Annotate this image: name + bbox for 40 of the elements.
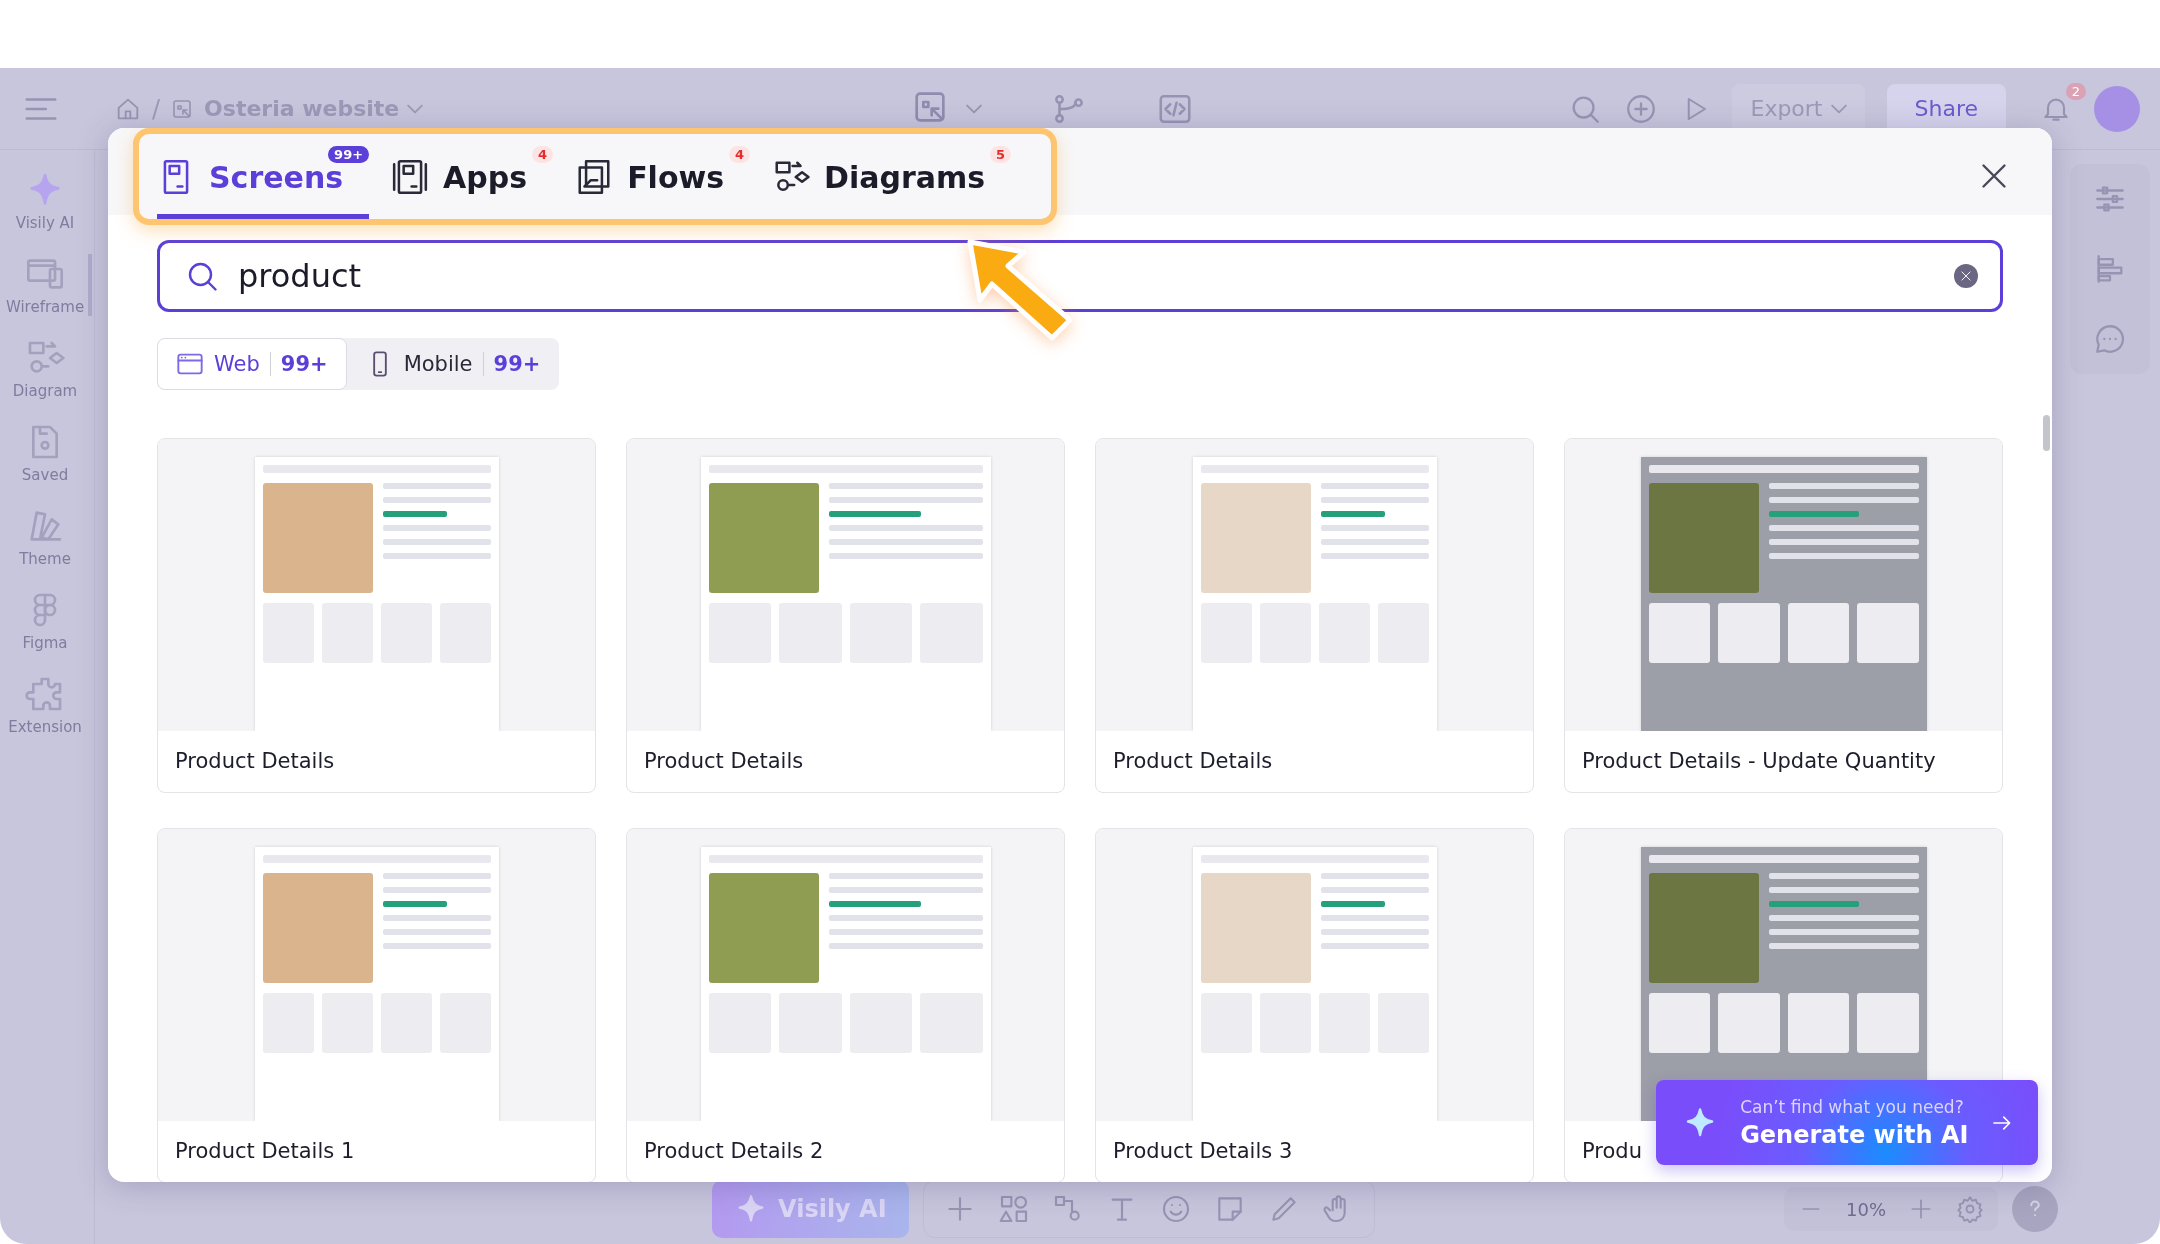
card-title: Product Details - Update Quantity <box>1581 748 1937 775</box>
tab[interactable]: Screens 99+ <box>157 140 370 219</box>
count-badge: 5 <box>990 146 1012 163</box>
count-badge: 99+ <box>328 146 370 163</box>
chevron-down-icon <box>1830 103 1847 114</box>
card-title: Product Details <box>174 748 336 775</box>
template-card[interactable]: Product Details <box>1095 438 1534 793</box>
apps-icon <box>391 158 430 196</box>
template-card[interactable]: Product Details <box>626 438 1065 793</box>
card-title: Product Details <box>1112 748 1274 775</box>
filter-chip[interactable]: Web 99+ <box>157 338 347 390</box>
template-card[interactable]: Product Details - Update Quantity <box>1564 438 2003 793</box>
filter-chip[interactable]: Mobile 99+ <box>346 338 560 390</box>
count-badge: 4 <box>532 146 554 163</box>
clear-icon <box>1959 269 1973 283</box>
card-title: Product Details <box>643 748 805 775</box>
breadcrumb-separator: / <box>152 94 161 123</box>
settings-icon[interactable] <box>1956 1195 1984 1223</box>
chevron-down-icon[interactable] <box>966 103 982 114</box>
card-title: Produ <box>1581 1138 1643 1165</box>
count-badge: 4 <box>729 146 751 163</box>
search-bar[interactable]: product <box>157 240 2003 312</box>
card-title: Product Details 1 <box>174 1138 356 1165</box>
card-title: Product Details 3 <box>1112 1138 1294 1165</box>
help-button[interactable] <box>2012 1186 2058 1232</box>
comment-icon[interactable] <box>2093 322 2127 356</box>
tab[interactable]: Apps 4 <box>391 140 554 219</box>
shapes-icon[interactable] <box>997 1193 1030 1225</box>
notification-badge: 2 <box>2065 82 2086 100</box>
scrollbar-thumb[interactable] <box>2043 415 2050 451</box>
avatar[interactable] <box>2094 85 2140 132</box>
clear-search-button[interactable] <box>1954 264 1978 288</box>
card-title: Product Details 2 <box>643 1138 825 1165</box>
template-card[interactable]: Product Details <box>157 438 596 793</box>
tab[interactable]: Flows 4 <box>575 140 751 219</box>
zoom-level: 10% <box>1846 1198 1886 1220</box>
chevron-down-icon <box>407 103 424 114</box>
tab[interactable]: Diagrams 5 <box>772 140 1012 219</box>
search-input[interactable]: product <box>236 256 1938 296</box>
generate-with-ai-button[interactable]: Can’t find what you need? Generate with AI <box>1656 1080 2038 1165</box>
